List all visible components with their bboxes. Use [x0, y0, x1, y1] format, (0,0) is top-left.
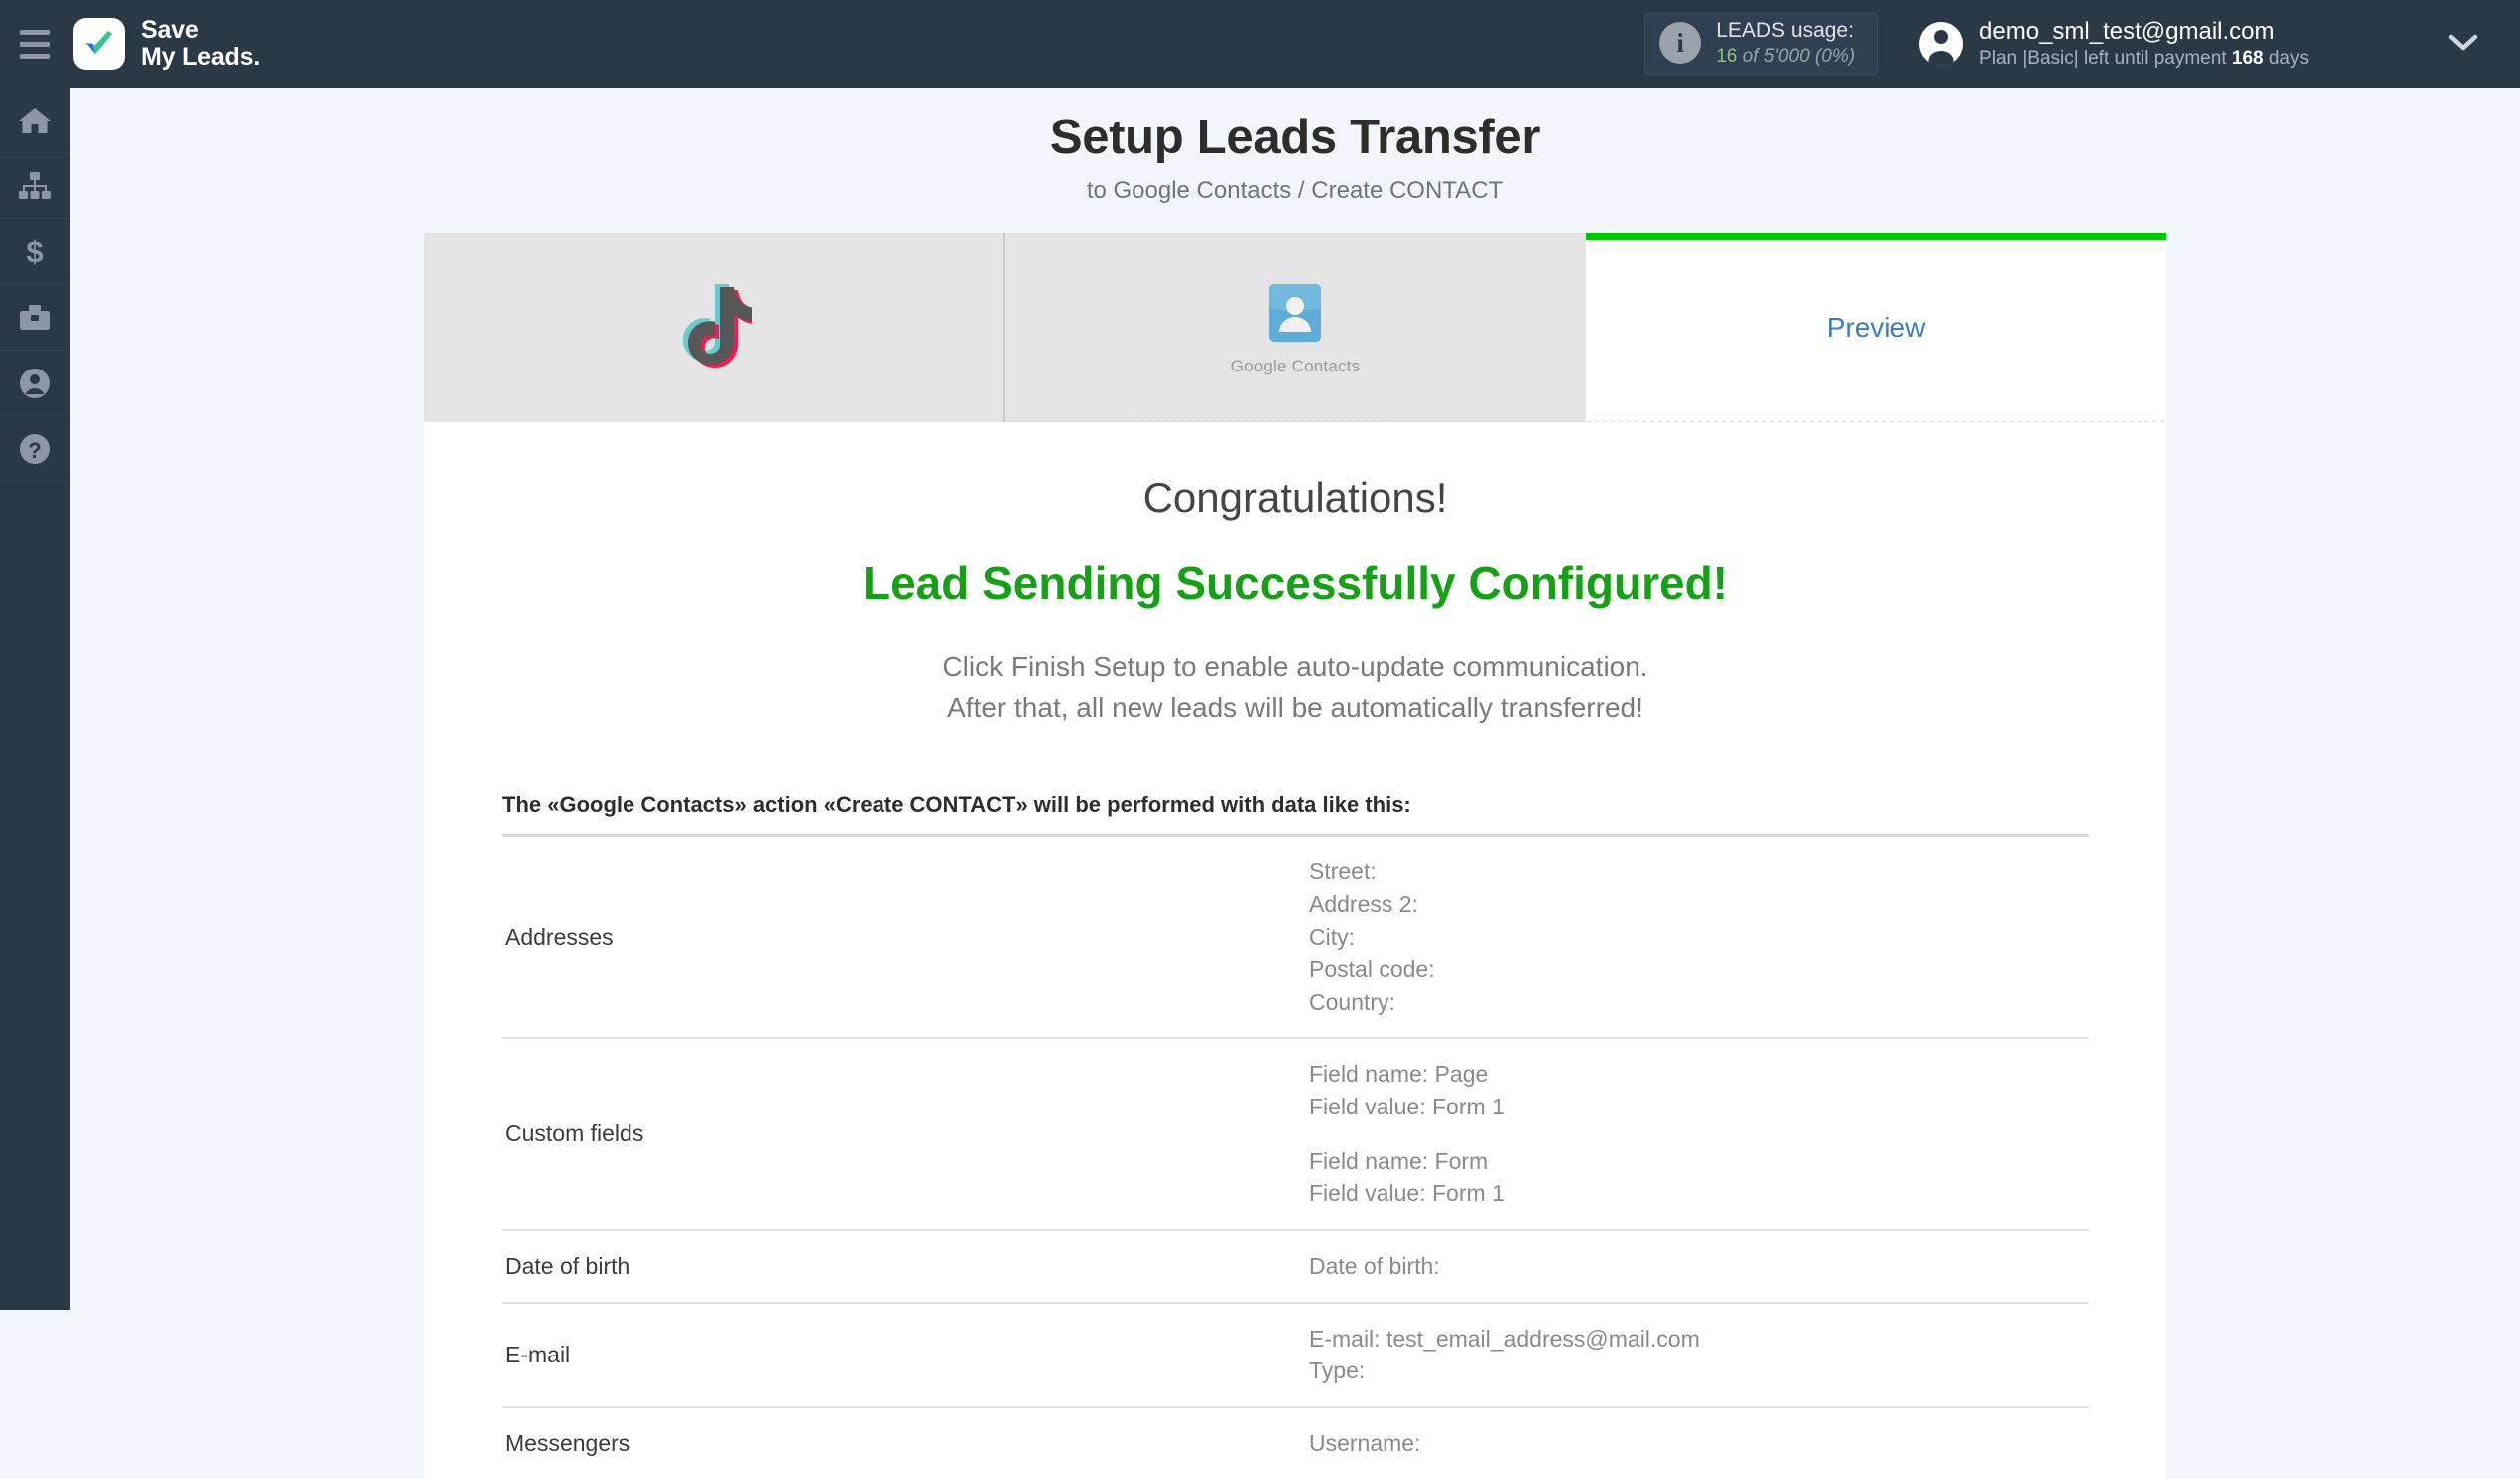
step-tabs: Google Contacts Preview — [424, 233, 2166, 422]
brand-line-2: My Leads. — [141, 43, 261, 71]
value-line: Address 2: — [1309, 890, 1418, 917]
usage-title: LEADS usage: — [1716, 18, 1854, 42]
main-content-area: Setup Leads Transfer to Google Contacts … — [70, 88, 2520, 1479]
value-line: Postal code: — [1309, 956, 1435, 983]
info-icon: i — [1659, 22, 1702, 64]
preview-table-container: The «Google Contacts» action «Create CON… — [502, 792, 2089, 1479]
value-line: Field value: Form 1 — [1309, 1094, 1505, 1120]
instruction-line-2: After that, all new leads will be automa… — [947, 691, 1643, 723]
preview-panel: Congratulations! Lead Sending Successful… — [424, 422, 2166, 1479]
header-right-group: i LEADS usage: 16 of 5'000 (0%) demo_sml… — [1644, 0, 2520, 88]
user-avatar-icon — [1919, 22, 1964, 66]
dollar-icon: $ — [18, 236, 52, 268]
google-contacts-caption: Google Contacts — [1230, 356, 1361, 375]
row-value: Username: — [1304, 1407, 2089, 1479]
page-title: Setup Leads Transfer — [1049, 111, 1541, 164]
row-key: Addresses — [505, 923, 614, 950]
hamburger-menu-icon[interactable] — [0, 0, 70, 88]
svg-text:$: $ — [26, 236, 43, 268]
plan-suffix: days — [2263, 48, 2309, 70]
usage-used: 16 — [1716, 46, 1738, 68]
value-line: Field name: Page — [1309, 1061, 1489, 1088]
usage-total: 5'000 — [1763, 46, 1810, 68]
instruction-line-1: Click Finish Setup to enable auto-update… — [942, 651, 1648, 682]
sidebar-item-help[interactable]: ? — [0, 416, 70, 482]
home-icon — [18, 106, 52, 135]
sidebar-item-services[interactable] — [0, 285, 70, 351]
value-line: Field value: Form 1 — [1309, 1180, 1505, 1207]
value-group-gap — [1309, 1123, 2089, 1145]
table-row: Date of birth Date of birth: — [502, 1230, 2089, 1303]
tiktok-logo — [676, 283, 756, 373]
preview-table-caption: The «Google Contacts» action «Create CON… — [502, 792, 1411, 818]
question-circle-icon: ? — [19, 433, 51, 465]
account-email: demo_sml_test@gmail.com — [1979, 18, 2275, 46]
account-widget[interactable]: demo_sml_test@gmail.com Plan |Basic| lef… — [1919, 16, 2309, 72]
chevron-down-icon[interactable] — [2448, 29, 2478, 59]
account-plan: Plan |Basic| left until payment 168 days — [1979, 47, 2309, 72]
value-line: Username: — [1309, 1430, 1421, 1457]
value-line: Country: — [1309, 988, 1395, 1015]
setup-card: Google Contacts Preview Congratulations!… — [424, 233, 2166, 1479]
brand-line-1: Save — [141, 16, 199, 44]
brand-logo-area[interactable]: Save My Leads. — [73, 17, 260, 71]
tab-preview-label: Preview — [1826, 312, 1926, 343]
table-row: Addresses Street: Address 2: City: Posta… — [502, 835, 2089, 1039]
row-value: Date of birth: — [1304, 1230, 2089, 1303]
success-heading: Lead Sending Successfully Configured! — [862, 557, 1728, 609]
sidebar-item-billing[interactable]: $ — [0, 219, 70, 285]
row-key: Messengers — [505, 1430, 630, 1457]
value-line: Field name: Form — [1309, 1147, 1489, 1174]
row-value: Field name: Page Field value: Form 1 Fie… — [1304, 1038, 2089, 1230]
value-line: Street: — [1309, 859, 1377, 885]
table-row: Messengers Username: — [502, 1407, 2089, 1479]
preview-data-table: Addresses Street: Address 2: City: Posta… — [502, 834, 2089, 1479]
row-value: Street: Address 2: City: Postal code: Co… — [1304, 836, 2089, 1039]
account-text: demo_sml_test@gmail.com Plan |Basic| lef… — [1979, 16, 2309, 72]
row-key: Date of birth — [505, 1253, 630, 1280]
left-sidebar: $ ? — [0, 88, 70, 1310]
google-contacts-logo: Google Contacts — [1231, 280, 1361, 376]
savemyleads-checkmark-icon — [73, 18, 125, 70]
top-header-bar: Save My Leads. i LEADS usage: 16 of 5'00… — [0, 0, 2520, 88]
tab-preview[interactable]: Preview — [1586, 233, 2166, 422]
table-row: E-mail E-mail: test_email_address@mail.c… — [502, 1302, 2089, 1407]
hamburger-line — [20, 41, 50, 47]
tabs-underline-divider — [1005, 421, 2166, 422]
congratulations-heading: Congratulations! — [1142, 474, 1448, 521]
leads-usage-widget[interactable]: i LEADS usage: 16 of 5'000 (0%) — [1644, 13, 1879, 75]
usage-value: 16 of 5'000 (0%) — [1716, 44, 1855, 69]
tab-source-tiktok[interactable] — [424, 233, 1005, 422]
sidebar-item-connections[interactable] — [0, 153, 70, 219]
hamburger-line — [20, 53, 50, 59]
usage-text: LEADS usage: 16 of 5'000 (0%) — [1716, 17, 1855, 70]
svg-text:?: ? — [28, 438, 41, 463]
row-key: E-mail — [505, 1342, 571, 1368]
table-row: Custom fields Field name: Page Field val… — [502, 1038, 2089, 1230]
sidebar-item-home[interactable] — [0, 88, 70, 153]
plan-prefix: Plan |Basic| left until payment — [1979, 48, 2232, 70]
value-line: Date of birth: — [1309, 1253, 1440, 1280]
value-line: E-mail: test_email_address@mail.com — [1309, 1325, 1700, 1352]
value-line: Type: — [1309, 1357, 1366, 1384]
sitemap-icon — [18, 171, 52, 201]
instructions-text: Click Finish Setup to enable auto-update… — [424, 647, 2166, 728]
row-key: Custom fields — [505, 1120, 644, 1147]
tab-destination-google-contacts[interactable]: Google Contacts — [1005, 233, 1586, 422]
sidebar-item-profile[interactable] — [0, 351, 70, 416]
hamburger-line — [20, 29, 50, 35]
briefcase-icon — [18, 303, 52, 333]
row-value: E-mail: test_email_address@mail.com Type… — [1304, 1303, 2089, 1407]
brand-name: Save My Leads. — [141, 17, 260, 71]
page-subtitle: to Google Contacts / Create CONTACT — [1086, 177, 1504, 204]
usage-percent: (0%) — [1814, 46, 1856, 68]
plan-days: 168 — [2231, 48, 2264, 70]
user-circle-icon — [19, 368, 51, 399]
usage-of: of — [1737, 46, 1764, 68]
value-line: City: — [1309, 923, 1355, 950]
